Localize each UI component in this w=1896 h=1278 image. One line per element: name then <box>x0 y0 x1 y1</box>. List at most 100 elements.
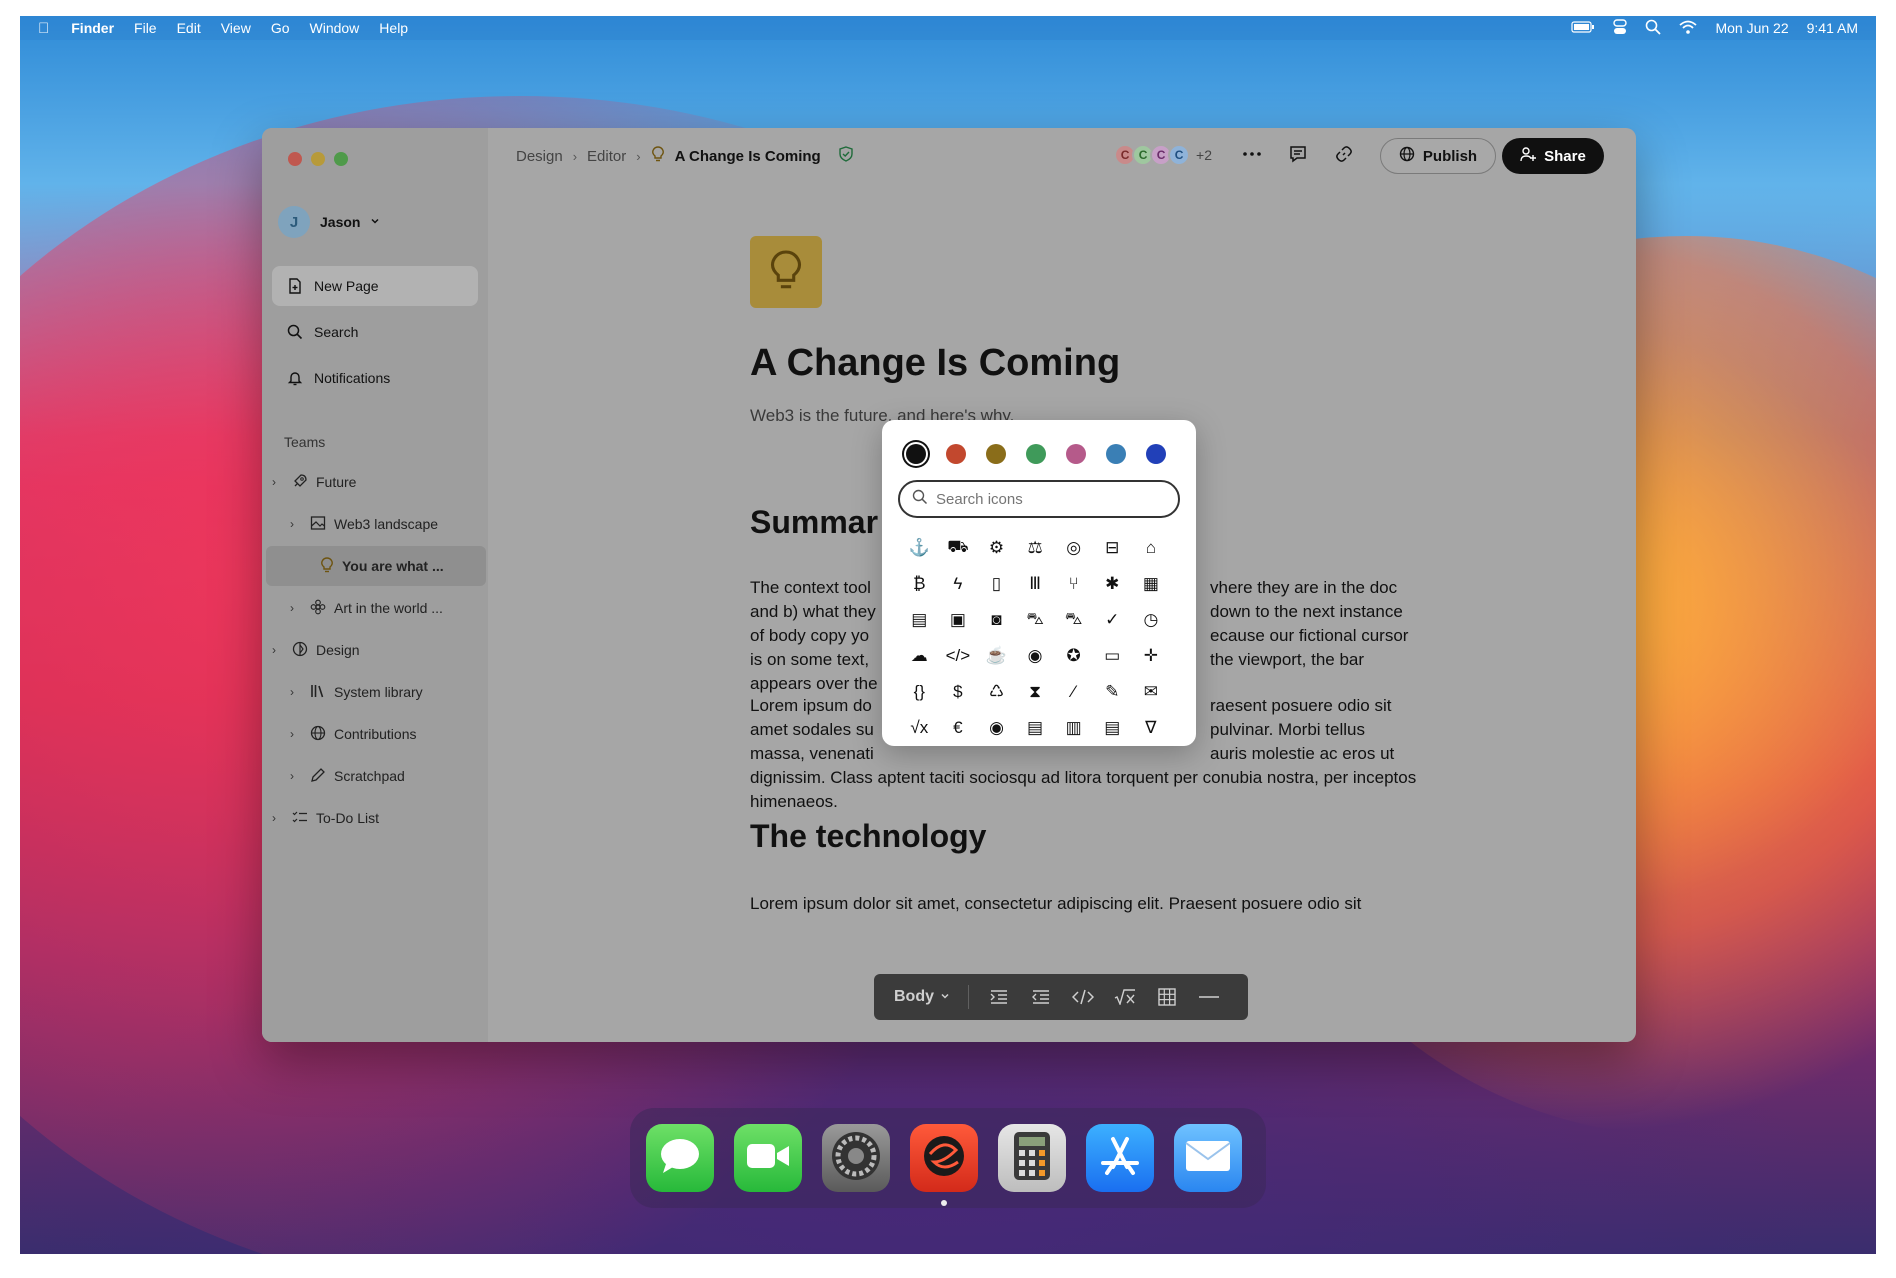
menu-time[interactable]: 9:41 AM <box>1807 20 1858 36</box>
breadcrumb-editor[interactable]: Editor <box>587 148 626 165</box>
icon-search-field[interactable] <box>898 480 1180 518</box>
minimize-button[interactable] <box>311 152 325 166</box>
icon-option[interactable]: ⊟ <box>1093 530 1132 566</box>
color-swatch[interactable] <box>1066 444 1086 464</box>
color-swatch[interactable] <box>946 444 966 464</box>
outdent-icon[interactable] <box>1029 985 1053 1009</box>
icon-option[interactable]: ∇ <box>1132 710 1171 746</box>
icon-option[interactable]: ϟ <box>939 566 978 602</box>
icon-option[interactable]: ₿ <box>900 566 939 602</box>
sidebar-item-to-do-list[interactable]: › To-Do List <box>272 798 478 838</box>
sidebar-item-system-library[interactable]: › System library <box>290 672 478 712</box>
chevron-right-icon[interactable]: › <box>290 517 302 531</box>
chevron-right-icon[interactable]: › <box>272 475 284 489</box>
menu-edit[interactable]: Edit <box>177 20 201 36</box>
icon-option[interactable]: ♺ <box>977 674 1016 710</box>
control-center-icon[interactable] <box>1613 18 1628 38</box>
sidebar-item-scratchpad[interactable]: › Scratchpad <box>290 756 478 796</box>
icon-option[interactable]: ◷ <box>1132 602 1171 638</box>
icon-option[interactable]: ◎ <box>1054 530 1093 566</box>
icon-option[interactable]: ⚓ <box>900 530 939 566</box>
menu-date[interactable]: Mon Jun 22 <box>1715 20 1788 36</box>
icon-option[interactable]: ✓ <box>1093 602 1132 638</box>
breadcrumb-design[interactable]: Design <box>516 148 563 165</box>
facetime-app[interactable] <box>734 1124 802 1192</box>
icon-option[interactable]: {} <box>900 674 939 710</box>
icon-option[interactable]: ◉ <box>977 710 1016 746</box>
math-icon[interactable] <box>1113 985 1137 1009</box>
icon-option[interactable]: ▤ <box>900 602 939 638</box>
icon-option[interactable]: ⚙ <box>977 530 1016 566</box>
menu-window[interactable]: Window <box>310 20 360 36</box>
icon-option[interactable]: ◙ <box>977 602 1016 638</box>
mail-app[interactable] <box>1174 1124 1242 1192</box>
icon-option[interactable]: ⁄ <box>1054 674 1093 710</box>
icon-option[interactable]: ⑂ <box>1054 566 1093 602</box>
system-preferences-app[interactable] <box>822 1124 890 1192</box>
color-swatch[interactable] <box>986 444 1006 464</box>
color-swatch[interactable] <box>906 444 926 464</box>
icon-option[interactable]: ▤ <box>1093 710 1132 746</box>
icon-option[interactable]: √x <box>900 710 939 746</box>
icon-option[interactable]: ⧗ <box>1016 674 1055 710</box>
icon-option[interactable]: ⛍ <box>1054 602 1093 638</box>
breadcrumb-current-page[interactable]: A Change Is Coming <box>675 148 821 165</box>
link-icon[interactable] <box>1332 142 1356 166</box>
share-button[interactable]: Share <box>1502 138 1604 174</box>
icon-option[interactable]: ⌂ <box>1132 530 1171 566</box>
calculator-app[interactable] <box>998 1124 1066 1192</box>
icon-option[interactable]: ⚖ <box>1016 530 1055 566</box>
icon-option[interactable]: ▤ <box>1016 710 1055 746</box>
icon-option[interactable]: ▥ <box>1054 710 1093 746</box>
color-swatch[interactable] <box>1026 444 1046 464</box>
heading-technology[interactable]: The technology <box>750 818 986 855</box>
icon-option[interactable]: ☕ <box>977 638 1016 674</box>
icon-option[interactable]: € <box>939 710 978 746</box>
icon-option[interactable]: $ <box>939 674 978 710</box>
chevron-right-icon[interactable]: › <box>290 769 302 783</box>
paragraph-3[interactable]: Lorem ipsum dolor sit amet, consectetur … <box>750 892 1440 916</box>
divider-line-icon[interactable] <box>1197 985 1221 1009</box>
notifications-button[interactable]: Notifications <box>272 358 478 398</box>
sidebar-item-design[interactable]: › Design <box>272 630 478 670</box>
menu-view[interactable]: View <box>221 20 251 36</box>
wifi-icon[interactable] <box>1679 20 1698 37</box>
app-store-app[interactable] <box>1086 1124 1154 1192</box>
paragraph-2-right[interactable]: raesent posuere odio sit pulvinar. Morbi… <box>1210 694 1450 766</box>
icon-option[interactable]: ▦ <box>1132 566 1171 602</box>
menu-go[interactable]: Go <box>271 20 290 36</box>
page-title[interactable]: A Change Is Coming <box>750 342 1120 385</box>
menu-finder[interactable]: Finder <box>71 20 114 36</box>
text-style-dropdown[interactable]: Body <box>894 988 950 1006</box>
icon-option[interactable]: ✱ <box>1093 566 1132 602</box>
code-icon[interactable] <box>1071 985 1095 1009</box>
icon-search-input[interactable] <box>936 490 1156 508</box>
icon-option[interactable]: ⛍ <box>1016 602 1055 638</box>
icon-option[interactable]: ✎ <box>1093 674 1132 710</box>
icon-option[interactable]: ✉ <box>1132 674 1171 710</box>
icon-option[interactable]: ◉ <box>1016 638 1055 674</box>
apple-icon[interactable]:  <box>38 20 49 37</box>
zoom-button[interactable] <box>334 152 348 166</box>
sidebar-item-you-are-what[interactable]: You are what ... <box>266 546 486 586</box>
color-swatch[interactable] <box>1106 444 1126 464</box>
search-button[interactable]: Search <box>272 312 478 352</box>
paragraph-1-right[interactable]: vhere they are in the doc down to the ne… <box>1210 576 1450 672</box>
color-swatch[interactable] <box>1146 444 1166 464</box>
sidebar-item-web3-landscape[interactable]: › Web3 landscape <box>290 504 478 544</box>
icon-option[interactable]: ▣ <box>939 602 978 638</box>
sidebar-item-future[interactable]: › Future <box>272 462 478 502</box>
icon-option[interactable]: ▯ <box>977 566 1016 602</box>
icon-option[interactable]: ✛ <box>1132 638 1171 674</box>
more-icon[interactable] <box>1240 142 1264 166</box>
sidebar-item-contributions[interactable]: › Contributions <box>290 714 478 754</box>
chevron-right-icon[interactable]: › <box>272 811 284 825</box>
spotlight-icon[interactable] <box>1645 19 1662 38</box>
chevron-right-icon[interactable]: › <box>290 727 302 741</box>
icon-option[interactable]: ✪ <box>1054 638 1093 674</box>
page-icon[interactable] <box>750 236 822 308</box>
collaborators[interactable]: C C C C +2 <box>1114 144 1212 166</box>
icon-option[interactable]: ▭ <box>1093 638 1132 674</box>
menu-help[interactable]: Help <box>379 20 408 36</box>
messages-app[interactable] <box>646 1124 714 1192</box>
